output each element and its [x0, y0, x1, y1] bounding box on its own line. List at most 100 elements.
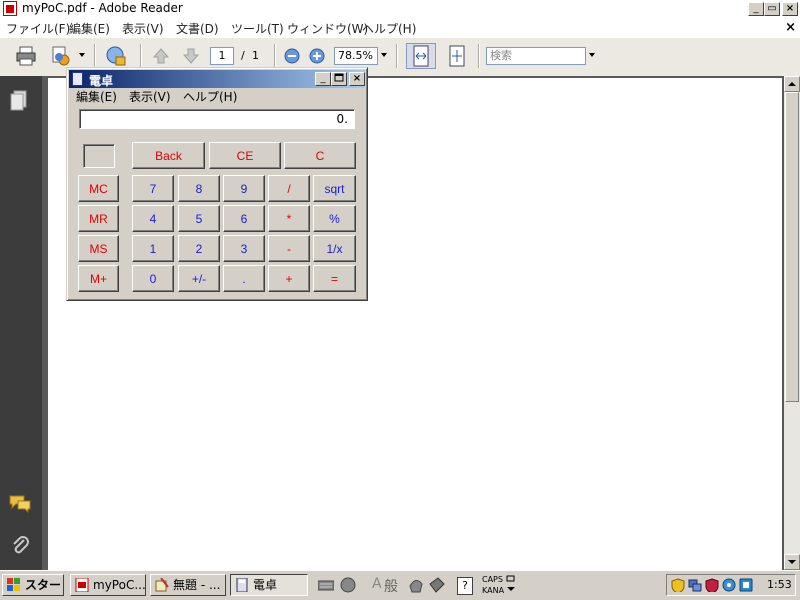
mc-key[interactable]: MC	[78, 175, 119, 202]
update-icon[interactable]	[722, 578, 736, 592]
connection-icon[interactable]	[739, 578, 753, 592]
taskbar-label: myPoC...	[93, 578, 146, 592]
close-button[interactable]: ×	[782, 2, 798, 16]
vertical-scrollbar[interactable]	[784, 76, 800, 570]
page-number-input[interactable]: 1	[210, 47, 234, 65]
next-page-button[interactable]	[180, 43, 202, 69]
zoom-level-input[interactable]: 78.5%	[334, 47, 378, 65]
calc-menu-help[interactable]: ヘルプ(H)	[183, 88, 237, 105]
equals-key[interactable]: =	[313, 265, 356, 292]
digit-7-key[interactable]: 7	[132, 175, 174, 202]
minimize-button[interactable]: _	[748, 2, 764, 16]
digit-6-key[interactable]: 6	[223, 205, 265, 232]
fit-page-button[interactable]	[444, 43, 470, 69]
multiply-key[interactable]: *	[268, 205, 310, 232]
decimal-key[interactable]: .	[223, 265, 265, 292]
ms-key[interactable]: MS	[78, 235, 119, 262]
fit-width-icon	[413, 45, 429, 67]
secure-button[interactable]	[102, 43, 130, 69]
back-key[interactable]: Back	[132, 142, 205, 169]
subtract-key[interactable]: -	[268, 235, 310, 262]
digit-3-key[interactable]: 3	[223, 235, 265, 262]
ime-pad-icon[interactable]	[340, 576, 356, 594]
taskbar-button-reader[interactable]: myPoC...	[70, 574, 146, 596]
ime-mode-a-icon[interactable]: A	[372, 576, 382, 592]
calc-menu-view[interactable]: 表示(V)	[129, 88, 171, 105]
ime-options-arrow-icon[interactable]	[507, 586, 515, 592]
antivirus-icon[interactable]	[705, 578, 719, 592]
calc-menu-edit[interactable]: 編集(E)	[76, 88, 117, 105]
scroll-thumb[interactable]	[785, 92, 799, 402]
digit-9-key[interactable]: 9	[223, 175, 265, 202]
menu-window[interactable]: ウィンドウ(W)	[287, 20, 368, 37]
ime-restore-icon[interactable]	[506, 575, 516, 583]
menu-tools[interactable]: ツール(T)	[231, 20, 284, 37]
ime-tool-icon[interactable]	[428, 576, 446, 594]
divide-key[interactable]: /	[268, 175, 310, 202]
fit-page-icon	[449, 45, 465, 67]
reciprocal-key[interactable]: 1/x	[313, 235, 356, 262]
fit-width-button[interactable]	[406, 43, 436, 69]
page-separator: /	[241, 49, 245, 62]
zoom-out-button[interactable]	[282, 43, 302, 69]
print-button[interactable]	[12, 43, 40, 69]
security-shield-icon[interactable]	[671, 578, 685, 592]
ime-help-icon[interactable]: ?	[457, 577, 473, 595]
previous-page-button[interactable]	[150, 43, 172, 69]
calc-close-button[interactable]: ×	[349, 72, 365, 86]
taskbar-button-paint[interactable]: 無題 - ...	[150, 574, 226, 596]
page-total: 1	[252, 49, 259, 62]
clear-entry-key[interactable]: CE	[209, 142, 281, 169]
scroll-down-button[interactable]	[784, 554, 800, 570]
menu-view[interactable]: 表示(V)	[122, 20, 164, 37]
attachments-icon[interactable]	[10, 534, 30, 556]
sign-key[interactable]: +/-	[178, 265, 220, 292]
menu-help[interactable]: ヘルプ(H)	[362, 20, 416, 37]
mplus-key[interactable]: M+	[78, 265, 119, 292]
printer-icon	[16, 46, 36, 66]
document-close-button[interactable]: ×	[785, 20, 796, 35]
digit-0-key[interactable]: 0	[132, 265, 174, 292]
digit-1-key[interactable]: 1	[132, 235, 174, 262]
toolbar-separator	[140, 44, 142, 68]
reader-titlebar: myPoC.pdf - Adobe Reader _ ▭ ×	[0, 0, 800, 19]
menu-document[interactable]: 文書(D)	[176, 20, 219, 37]
ime-conversion-mode[interactable]: 般	[384, 576, 398, 596]
search-dropdown-arrow[interactable]	[589, 53, 595, 57]
zoom-out-icon	[284, 48, 300, 64]
pages-icon[interactable]	[9, 90, 29, 112]
digit-5-key[interactable]: 5	[178, 205, 220, 232]
add-key[interactable]: +	[268, 265, 310, 292]
mr-key[interactable]: MR	[78, 205, 119, 232]
pdf-app-icon	[3, 1, 17, 16]
menu-file[interactable]: ファイル(F)	[6, 20, 70, 37]
zoom-in-button[interactable]	[307, 43, 327, 69]
toolbar-separator	[274, 44, 276, 68]
ime-hand-icon[interactable]	[408, 576, 424, 594]
collaborate-button[interactable]	[48, 43, 74, 69]
calc-maximize-button[interactable]	[331, 72, 347, 86]
search-input[interactable]: 検索	[486, 47, 586, 65]
digit-2-key[interactable]: 2	[178, 235, 220, 262]
clear-key[interactable]: C	[284, 142, 356, 169]
digit-4-key[interactable]: 4	[132, 205, 174, 232]
taskbar-button-calculator[interactable]: 電卓	[230, 574, 308, 596]
triangle-up-icon	[788, 82, 796, 86]
restore-button[interactable]: ▭	[764, 2, 780, 16]
menu-edit[interactable]: 編集(E)	[69, 20, 110, 37]
sqrt-key[interactable]: sqrt	[313, 175, 356, 202]
calc-minimize-button[interactable]: _	[315, 72, 331, 86]
zoom-dropdown-arrow[interactable]	[381, 53, 387, 57]
network-icon[interactable]	[688, 578, 702, 592]
percent-key[interactable]: %	[313, 205, 356, 232]
calculator-titlebar: 電卓 _ ×	[69, 70, 365, 88]
pdf-icon	[75, 578, 89, 592]
start-button[interactable]: スタート	[2, 574, 64, 596]
zoom-in-icon	[309, 48, 325, 64]
digit-8-key[interactable]: 8	[178, 175, 220, 202]
toolbar-separator	[396, 44, 398, 68]
scroll-up-button[interactable]	[784, 76, 800, 92]
collaborate-dropdown-arrow[interactable]	[79, 53, 85, 57]
comments-icon[interactable]	[8, 494, 32, 514]
keyboard-icon[interactable]	[318, 578, 334, 592]
